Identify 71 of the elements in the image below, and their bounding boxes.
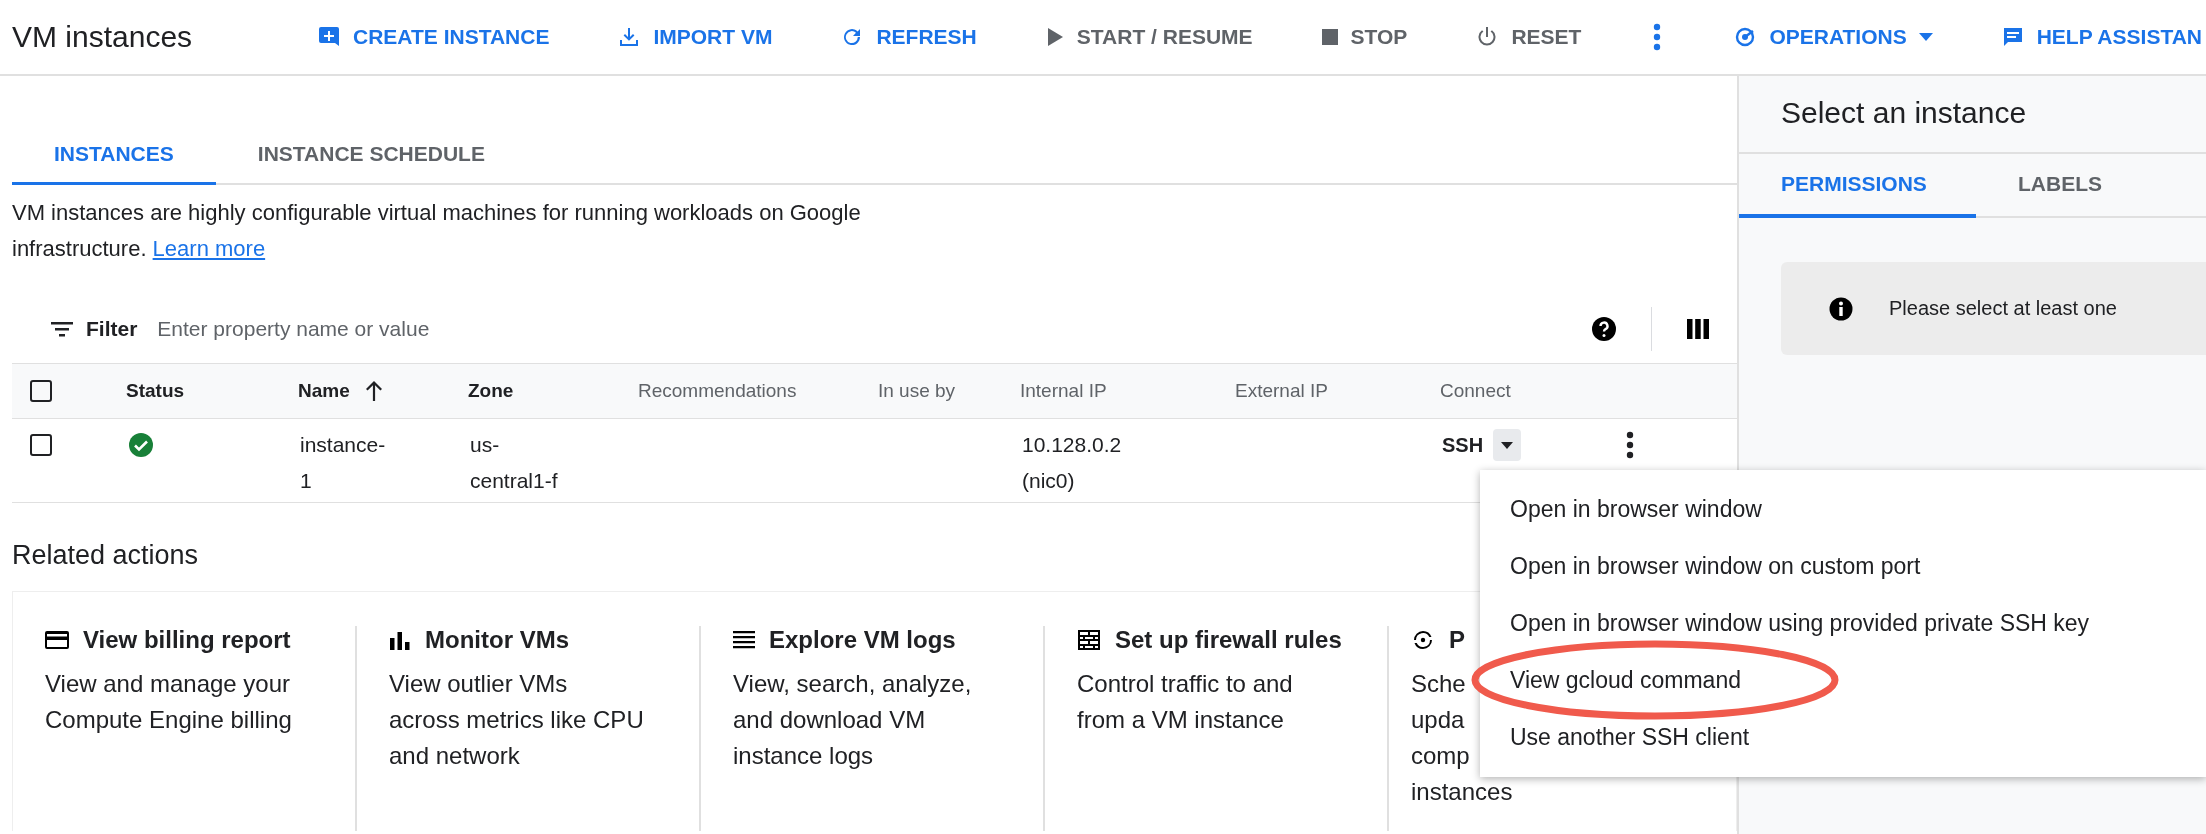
more-icon	[1626, 431, 1634, 459]
column-header: Zone	[468, 380, 514, 402]
stop-icon	[1320, 28, 1339, 46]
help-icon[interactable]	[1591, 316, 1617, 342]
card-description: View, search, analyze,	[733, 669, 972, 699]
brick-wall-icon	[1077, 629, 1101, 651]
sync-icon	[1411, 628, 1435, 652]
column-header: Connect	[1440, 380, 1511, 402]
import-button[interactable]: IMPORT VM	[613, 19, 777, 55]
column-header: Name	[298, 380, 350, 402]
card-description: View outlier VMs	[389, 669, 568, 699]
select-all-checkbox[interactable]	[30, 380, 52, 402]
lines-icon	[733, 631, 755, 649]
caret-icon	[1501, 441, 1514, 449]
card-description: comp	[1411, 741, 1470, 771]
row-checkbox[interactable]	[30, 434, 52, 456]
card-description: View and manage your	[45, 669, 291, 699]
card-description: Control traffic to and	[1077, 669, 1293, 699]
info-text: Please select at least one	[1889, 297, 2117, 320]
card-description: Sche	[1411, 669, 1466, 699]
operations-button[interactable]: OPERATIONS	[1729, 19, 1937, 55]
column-header: Internal IP	[1020, 380, 1107, 402]
caret-icon	[1918, 33, 1933, 41]
ssh-dropdown-button[interactable]	[1493, 429, 1522, 461]
menu-item[interactable]: View gcloud command	[1480, 659, 2206, 716]
description-text: VM instances are highly configurable virtual machines for running workloads on Google infrastructure. Learn more	[12, 199, 862, 263]
panel-title: Select an instance	[1739, 76, 2206, 154]
ssh-button[interactable]: SSH	[1442, 433, 1484, 457]
menu-item[interactable]: Open in browser window using provided private SSH key	[1480, 602, 2206, 659]
help-button[interactable]: HELP ASSISTAN	[1996, 19, 2206, 55]
column-header: In use by	[878, 380, 956, 402]
filter-field[interactable]: Enter property name or value	[157, 313, 1591, 345]
menu-item[interactable]: Open in browser window	[1480, 488, 2206, 545]
card-title[interactable]: P	[1449, 626, 1465, 654]
columns-icon[interactable]	[1686, 318, 1710, 340]
card-title[interactable]: Set up firewall rules	[1115, 626, 1342, 654]
credit-card-icon	[45, 630, 69, 650]
add-box-icon	[317, 25, 341, 49]
tab[interactable]: INSTANCE SCHEDULE	[215, 132, 527, 185]
card-description: upda	[1411, 705, 1465, 735]
tab[interactable]: INSTANCES	[12, 132, 216, 185]
column-header: Recommendations	[638, 380, 797, 402]
tab[interactable]: LABELS	[1976, 154, 2144, 218]
info-icon	[1829, 296, 1853, 321]
card-description: and download VM	[733, 705, 926, 735]
card-title[interactable]: Monitor VMs	[425, 626, 569, 654]
table-cell-text: us-central1-f	[470, 432, 559, 494]
menu-item[interactable]: Open in browser window on custom port	[1480, 545, 2206, 602]
bar-chart-icon	[389, 630, 411, 650]
section-title: Related actions	[12, 540, 199, 571]
filter-label: Filter	[86, 317, 138, 341]
filter-icon	[50, 320, 74, 338]
card-description: from a VM instance	[1077, 705, 1284, 735]
menu-item[interactable]: Use another SSH client	[1480, 716, 2206, 773]
card-description: instances	[1411, 777, 1513, 807]
card-description: and network	[389, 741, 520, 771]
card-title[interactable]: Explore VM logs	[769, 626, 956, 654]
refresh-button[interactable]: REFRESH	[836, 19, 981, 55]
table-cell-text: 10.128.0.2 (nic0)	[1022, 432, 1123, 494]
page-title: VM instances	[12, 20, 194, 54]
card-title[interactable]: View billing report	[83, 626, 291, 654]
card-description: Compute Engine billing	[45, 705, 292, 735]
tab[interactable]: PERMISSIONS	[1739, 154, 1976, 218]
card-description: across metrics like CPU	[389, 705, 644, 735]
card-description: instance logs	[733, 741, 874, 771]
create-button[interactable]: CREATE INSTANCE	[313, 19, 554, 55]
learn-more-link[interactable]: Learn more	[152, 236, 266, 261]
table-cell-text: instance-1	[300, 432, 387, 494]
column-header: External IP	[1235, 380, 1328, 402]
more-icon	[1653, 23, 1662, 51]
column-header: Status	[126, 380, 185, 402]
